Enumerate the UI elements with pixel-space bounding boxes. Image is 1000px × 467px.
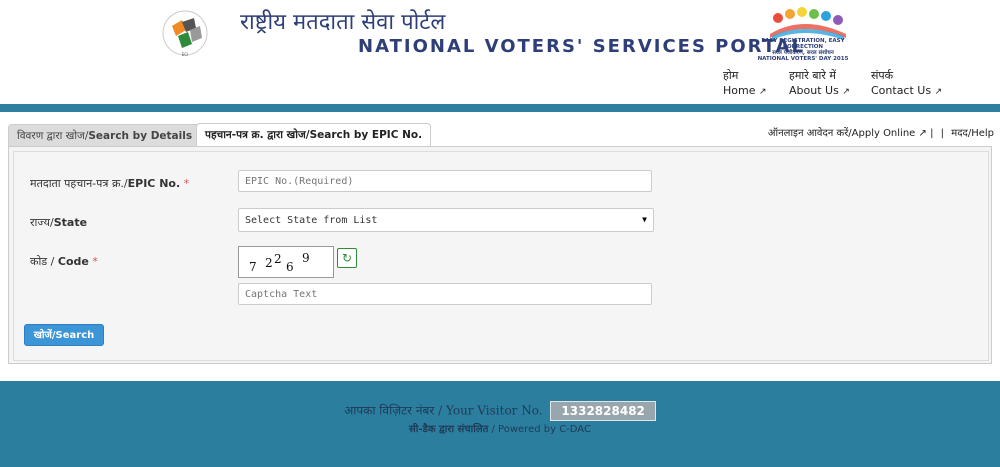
nav-contact-us[interactable]: संपर्क Contact Us ↗ <box>871 68 942 100</box>
top-navigation: होम Home ↗ हमारे बारे में About Us ↗ संप… <box>0 68 1000 98</box>
national-voters-day-caption: EASY REGISTRATION, EASY CORRECTION सरल प… <box>748 38 858 62</box>
link-separator: | <box>940 128 945 139</box>
external-link-icon: ↗ <box>934 87 943 97</box>
powered-by-english: / Powered by C-DAC <box>488 424 591 435</box>
captcha-char: 6 <box>286 260 294 274</box>
refresh-captcha-button[interactable]: ↻ <box>337 248 357 268</box>
external-link-icon: ↗ <box>918 128 927 139</box>
captcha-char: 9 <box>302 251 310 265</box>
refresh-icon: ↻ <box>341 251 353 265</box>
nav-about-us[interactable]: हमारे बारे में About Us ↗ <box>789 68 850 100</box>
nav-contact-hindi: संपर्क <box>871 69 894 82</box>
nvd-tagline-en: EASY REGISTRATION, EASY CORRECTION <box>761 38 845 50</box>
search-button[interactable]: खोजें/Search <box>24 324 104 346</box>
site-title-english: NATIONAL VOTERS' SERVICES PORTAL <box>358 36 806 57</box>
site-title-hindi: राष्ट्रीय मतदाता सेवा पोर्टल <box>240 10 446 35</box>
nav-about-hindi: हमारे बारे में <box>789 69 836 82</box>
external-link-icon: ↗ <box>842 87 850 97</box>
site-header: ECI राष्ट्रीय मतदाता सेवा पोर्टल NATIONA… <box>0 0 1000 104</box>
captcha-char: 2 <box>274 252 282 266</box>
help-link[interactable]: मदद/Help <box>951 128 994 139</box>
nav-contact-label: Contact Us <box>871 84 932 97</box>
state-select[interactable]: Select State from List ▼ <box>238 208 654 232</box>
powered-by-hindi: सी-डैक द्वारा संचालित <box>409 424 489 435</box>
header-divider-bar <box>0 104 1000 112</box>
nav-about-label: About Us <box>789 84 839 97</box>
help-links: ऑनलाइन आवेदन करें/Apply Online ↗ | | मदद… <box>768 125 994 139</box>
tab-label-english: Search by EPIC No. <box>309 129 423 141</box>
apply-online-label: ऑनलाइन आवेदन करें/Apply Online <box>767 128 916 139</box>
captcha-text-input[interactable] <box>238 283 652 305</box>
tab-label-english: Search by Details <box>88 130 193 142</box>
state-select-value: Select State from List <box>245 215 378 226</box>
epic-number-input[interactable] <box>238 170 652 192</box>
apply-online-link[interactable]: ऑनलाइन आवेदन करें/Apply Online ↗ <box>768 128 927 139</box>
powered-by: सी-डैक द्वारा संचालित / Powered by C-DAC <box>0 421 1000 435</box>
nav-home-hindi: होम <box>723 69 739 82</box>
captcha-image: 7 2 2 6 9 <box>238 246 334 278</box>
required-marker: * <box>183 177 190 190</box>
required-marker: * <box>92 255 98 268</box>
visitor-counter: आपका विज़िटर नंबर / Your Visitor No. 133… <box>0 401 1000 421</box>
visitor-label: आपका विज़िटर नंबर / Your Visitor No. <box>344 403 543 418</box>
tab-search-by-details[interactable]: विवरण द्वारा खोज/Search by Details <box>8 124 202 147</box>
nvd-tagline-day: NATIONAL VOTERS' DAY 2015 <box>757 56 849 62</box>
nav-home[interactable]: होम Home ↗ <box>723 68 767 100</box>
code-label-hindi: कोड / <box>30 255 58 268</box>
election-commission-logo: ECI <box>162 10 208 57</box>
tab-search-by-epic[interactable]: पहचान-पत्र क्र. द्वारा खोज/Search by EPI… <box>196 123 432 148</box>
nav-home-label: Home <box>723 84 756 97</box>
external-link-icon: ↗ <box>758 87 767 97</box>
site-footer: आपका विज़िटर नंबर / Your Visitor No. 133… <box>0 381 1000 467</box>
epic-number-label: मतदाता पहचान-पत्र क्र./EPIC No. * <box>30 176 189 191</box>
link-separator: | <box>930 128 934 139</box>
caret-down-icon: ▼ <box>642 215 647 224</box>
search-tabs: विवरण द्वारा खोज/Search by Details पहचान… <box>0 112 1000 148</box>
svg-text:ECI: ECI <box>182 52 189 57</box>
tab-label-hindi: पहचान-पत्र क्र. द्वारा खोज/ <box>205 129 310 141</box>
captcha-char: 2 <box>265 256 273 270</box>
state-label: राज्य/State <box>30 215 87 230</box>
tab-label-hindi: विवरण द्वारा खोज/ <box>17 130 89 142</box>
state-label-english: State <box>53 216 88 229</box>
epic-label-hindi: मतदाता पहचान-पत्र क्र./ <box>30 177 128 190</box>
state-label-hindi: राज्य/ <box>30 216 54 229</box>
code-label-english: Code <box>57 255 89 268</box>
captcha-code-label: कोड / Code * <box>30 254 98 269</box>
epic-label-english: EPIC No. <box>127 177 181 190</box>
visitor-count: 1332828482 <box>550 401 656 421</box>
captcha-char: 7 <box>249 260 257 274</box>
